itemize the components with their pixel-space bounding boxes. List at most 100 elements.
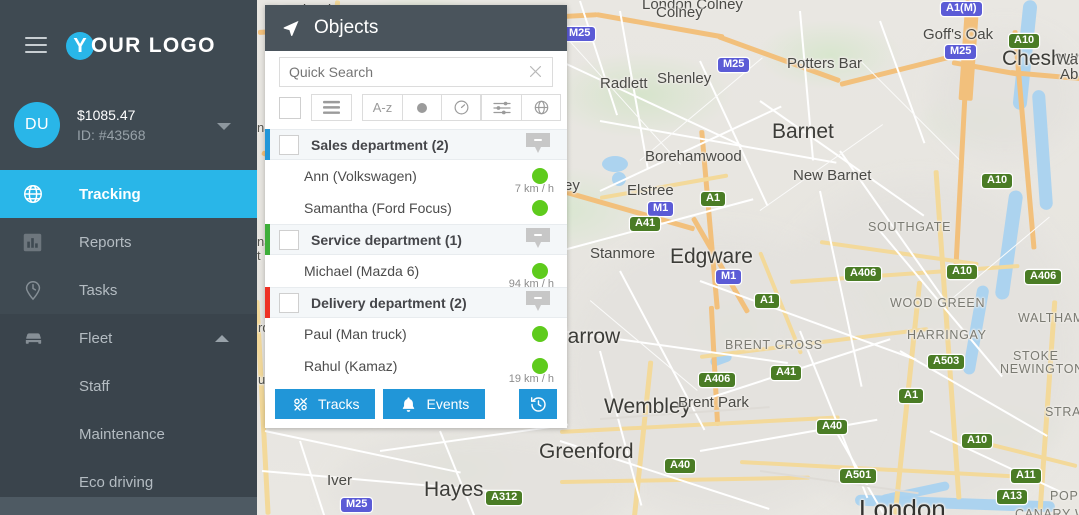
map-road-shield: A501 [840,469,877,483]
events-button-label: Events [426,396,470,412]
map-road-shield: M25 [564,27,596,41]
sidebar-subitem-label: Maintenance [79,425,165,443]
sidebar-item-label: Tasks [79,281,118,299]
objects-list: Sales department (2) Ann (Volkswagen) 7 km… [265,129,567,385]
user-id: ID: #43568 [77,127,146,143]
list-view-button[interactable] [312,95,351,120]
map-place-label: Shenley [657,70,712,87]
objects-panel-footer: Tracks Events [265,382,567,428]
map-road-shield: A1(M) [941,2,982,16]
select-all-checkbox[interactable] [279,96,301,119]
map-place-label: Colney [656,4,703,21]
object-name: Ann (Volkswagen) [304,168,417,184]
status-badge [532,200,548,216]
object-group-header[interactable]: Delivery department (2) [265,287,567,318]
map-road-shield: A40 [665,459,696,473]
group-color-bar [265,129,270,160]
hamburger-icon[interactable] [25,37,47,53]
object-row[interactable]: Samantha (Ford Focus) [265,192,567,224]
sidebar-item-label: Fleet [79,329,113,347]
group-name: Service department (1) [311,231,462,248]
map-place-label: NEWINGTON [1000,362,1079,376]
map-place-label: WOOD GREEN [890,296,986,310]
map-place-label: Elstree [627,182,674,199]
map-place-label: Brent Park [678,394,749,411]
object-name: Paul (Man truck) [304,326,407,342]
user-meta: $1085.47 ID: #43568 [77,105,146,146]
object-name: Michael (Mazda 6) [304,263,420,279]
sidebar-item-maintenance[interactable]: Maintenance [0,410,257,458]
object-row[interactable]: Ann (Volkswagen) 7 km / h [265,160,567,195]
map-place-label: Stanmore [590,245,656,262]
search-input[interactable] [279,57,553,87]
minus-pin-icon[interactable] [525,291,551,312]
user-account[interactable]: DU $1085.47 ID: #43568 [0,92,257,158]
map-road-shield: A11 [1011,469,1041,483]
group-checkbox[interactable] [279,134,299,155]
chevron-up-icon[interactable] [215,335,229,342]
map-place-label: Edgware [670,245,753,268]
status-filter-button[interactable] [402,95,441,120]
minus-pin-icon[interactable] [525,133,551,154]
sidebar: Y OUR LOGO DU $1085.47 ID: #43568 Tracki… [0,0,257,515]
settings-button[interactable] [482,95,521,120]
map-road-shield: A406 [1025,270,1062,284]
navigation-arrow-icon [281,18,301,38]
sidebar-item-label: Tracking [79,185,141,203]
map-road-shield: M1 [716,270,742,284]
sort-az-button[interactable]: A-z [363,95,402,120]
sidebar-item-reports[interactable]: Reports [0,218,257,266]
map-place-label: Ab [1060,66,1079,83]
objects-panel: Objects Quick Search A-z Sales departmen… [265,5,567,428]
map-place-label: London [859,494,946,515]
map-road-shield: A10 [947,265,978,279]
group-checkbox[interactable] [279,229,299,250]
history-button[interactable] [519,389,557,419]
map-road-shield: A312 [486,491,523,505]
object-row[interactable]: Paul (Man truck) [265,318,567,350]
map-place-label: BRENT CROSS [725,338,823,352]
logo-badge: Y [66,32,94,60]
sidebar-item-fleet[interactable]: Fleet [0,314,257,362]
map-road-shield: A10 [982,174,1013,188]
object-group-header[interactable]: Service department (1) [265,224,567,255]
sidebar-item-tracking[interactable]: Tracking [0,170,257,218]
sidebar-item-tasks[interactable]: Tasks [0,266,257,314]
car-icon [22,327,52,350]
object-name: Rahul (Kamaz) [304,358,398,374]
sidebar-header: Y OUR LOGO [0,0,257,92]
logo-text: OUR LOGO [91,34,216,57]
map-place-label: Potters Bar [787,55,863,72]
sidebar-nav: Tracking Reports Tasks Fleet Staff Maint… [0,170,257,506]
chevron-down-icon[interactable] [217,123,231,130]
map-road-shield: A406 [699,373,736,387]
view-group [311,94,352,121]
close-icon[interactable] [527,63,544,80]
minus-pin-icon[interactable] [525,228,551,249]
map-place-label: Hayes [424,478,484,501]
map-road-shield: A1 [701,192,726,206]
speed-filter-button[interactable] [441,95,480,120]
object-row[interactable]: Rahul (Kamaz) 19 km / h [265,350,567,385]
locate-button[interactable] [521,95,560,120]
map-road-shield: A10 [1009,34,1040,48]
map-place-label: Greenford [539,440,634,463]
map-place-label: HARRINGAY [907,328,987,342]
map-place-label: CANARY WHARF [1015,507,1079,515]
events-button[interactable]: Events [383,389,486,419]
tracks-button[interactable]: Tracks [275,389,376,419]
clock-pin-icon [22,279,52,301]
sidebar-item-staff[interactable]: Staff [0,362,257,410]
map-place-label: WALTHAMSTOW [1018,311,1079,325]
object-row[interactable]: Michael (Mazda 6) 94 km / h [265,255,567,290]
group-name: Sales department (2) [311,136,449,153]
map-place-label: STOKE [1013,349,1059,363]
map-place-label: POPLA [1050,489,1079,503]
map-road-shield: A41 [771,366,802,380]
app-logo[interactable]: Y OUR LOGO [66,32,216,60]
sort-filter-group: A-z [362,94,481,121]
tracks-button-label: Tracks [318,396,360,412]
object-group-header[interactable]: Sales department (2) [265,129,567,160]
group-color-bar [265,287,270,318]
group-checkbox[interactable] [279,292,299,313]
